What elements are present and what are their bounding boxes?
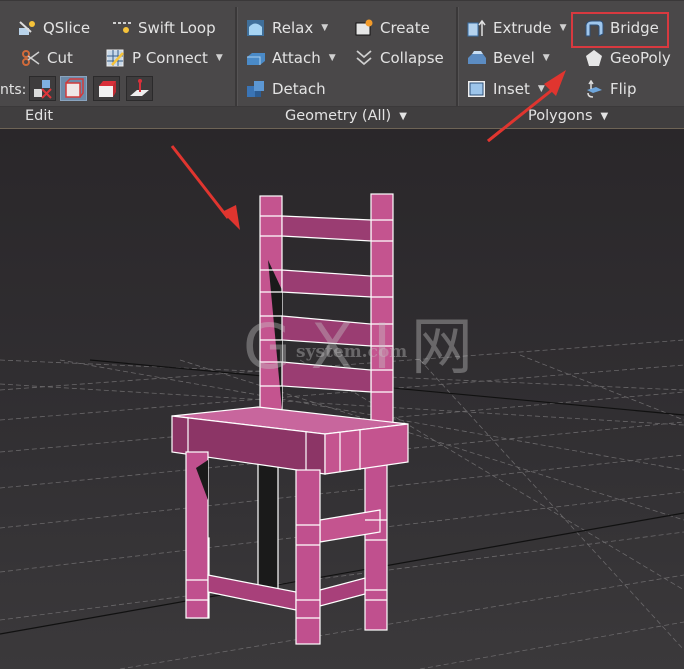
- polygons-group-label-text: Polygons: [528, 108, 593, 124]
- attach-label: Attach: [272, 49, 321, 67]
- watermark-logo: G X I 网: [243, 310, 473, 383]
- inset-icon: [467, 80, 487, 98]
- p-connect-icon: [106, 49, 126, 67]
- attach-button[interactable]: Attach ▼: [246, 47, 336, 69]
- bevel-dropdown-icon[interactable]: ▼: [543, 53, 550, 63]
- polygons-group-label[interactable]: Polygons ▼: [528, 108, 608, 124]
- p-connect-dropdown-icon[interactable]: ▼: [216, 53, 223, 63]
- inset-button[interactable]: Inset ▼: [467, 78, 545, 100]
- perspective-viewport[interactable]: G X I 网 system.com: [0, 129, 684, 669]
- cut-label: Cut: [47, 49, 73, 67]
- bevel-label: Bevel: [493, 49, 535, 67]
- watermark-site: system.com: [296, 342, 408, 362]
- cut-scissors-icon: [21, 49, 41, 67]
- relax-label: Relax: [272, 19, 314, 37]
- p-connect-button[interactable]: P Connect ▼: [106, 47, 223, 69]
- collapse-label: Collapse: [380, 49, 444, 67]
- bridge-highlight-box: [571, 12, 669, 48]
- swift-loop-label: Swift Loop: [138, 19, 216, 37]
- constraint-none-button[interactable]: [29, 76, 56, 101]
- create-button[interactable]: Create: [354, 17, 430, 39]
- constraint-edge-icon: [65, 78, 84, 98]
- relax-icon: [246, 19, 266, 37]
- flip-button[interactable]: Flip: [584, 78, 636, 100]
- constraint-normal-icon: [130, 79, 149, 96]
- constraints-label-text: nts:: [0, 82, 27, 98]
- ribbon: QSlice Swift Loop Cut P Connect ▼ nts: R…: [0, 0, 684, 130]
- geometry-group-dropdown-icon[interactable]: ▼: [399, 111, 407, 122]
- qslice-icon: [17, 19, 37, 37]
- flip-icon: [584, 79, 604, 98]
- relax-button[interactable]: Relax ▼: [246, 17, 328, 39]
- geopoly-button[interactable]: GeoPoly: [584, 47, 671, 69]
- geometry-group-label[interactable]: Geometry (All) ▼: [285, 108, 407, 124]
- create-icon: [354, 19, 374, 37]
- constraint-normal-button[interactable]: [126, 76, 153, 101]
- detach-label: Detach: [272, 80, 326, 98]
- detach-icon: [246, 80, 266, 98]
- qslice-label: QSlice: [43, 19, 91, 37]
- attach-icon: [246, 49, 266, 67]
- inset-label: Inset: [493, 80, 530, 98]
- constraint-face-button[interactable]: [93, 76, 120, 101]
- attach-dropdown-icon[interactable]: ▼: [329, 53, 336, 63]
- create-label: Create: [380, 19, 430, 37]
- extrude-dropdown-icon[interactable]: ▼: [560, 23, 567, 33]
- extrude-button[interactable]: Extrude ▼: [467, 17, 567, 39]
- extrude-icon: [467, 19, 487, 37]
- polygons-group-dropdown-icon[interactable]: ▼: [601, 111, 609, 122]
- constraint-edge-button[interactable]: [60, 76, 87, 101]
- geopoly-label: GeoPoly: [610, 49, 671, 67]
- extrude-label: Extrude: [493, 19, 552, 37]
- geometry-group-label-text: Geometry (All): [285, 108, 392, 124]
- collapse-button[interactable]: Collapse: [354, 47, 444, 69]
- bevel-icon: [467, 49, 487, 67]
- annotation-arrow: [487, 129, 506, 143]
- collapse-icon: [354, 49, 374, 67]
- p-connect-label: P Connect: [132, 49, 208, 67]
- detach-button[interactable]: Detach: [246, 78, 326, 100]
- constraints-label: nts:: [0, 79, 26, 101]
- bevel-button[interactable]: Bevel ▼: [467, 47, 550, 69]
- geopoly-icon: [584, 49, 604, 67]
- inset-dropdown-icon[interactable]: ▼: [538, 84, 545, 94]
- swift-loop-icon: [112, 19, 132, 37]
- constraint-none-icon: [34, 80, 52, 99]
- chair-mesh[interactable]: [171, 193, 409, 645]
- qslice-button[interactable]: QSlice: [17, 17, 90, 39]
- constraint-face-icon: [99, 81, 116, 97]
- flip-label: Flip: [610, 80, 637, 98]
- edit-group-label-text: Edit: [25, 108, 54, 124]
- edit-group-label[interactable]: Edit: [25, 108, 53, 124]
- relax-dropdown-icon[interactable]: ▼: [321, 23, 328, 33]
- cut-button[interactable]: Cut: [21, 47, 73, 69]
- annotation-arrow: [170, 145, 240, 230]
- swift-loop-button[interactable]: Swift Loop: [112, 17, 216, 39]
- viewport-scene: [0, 129, 684, 669]
